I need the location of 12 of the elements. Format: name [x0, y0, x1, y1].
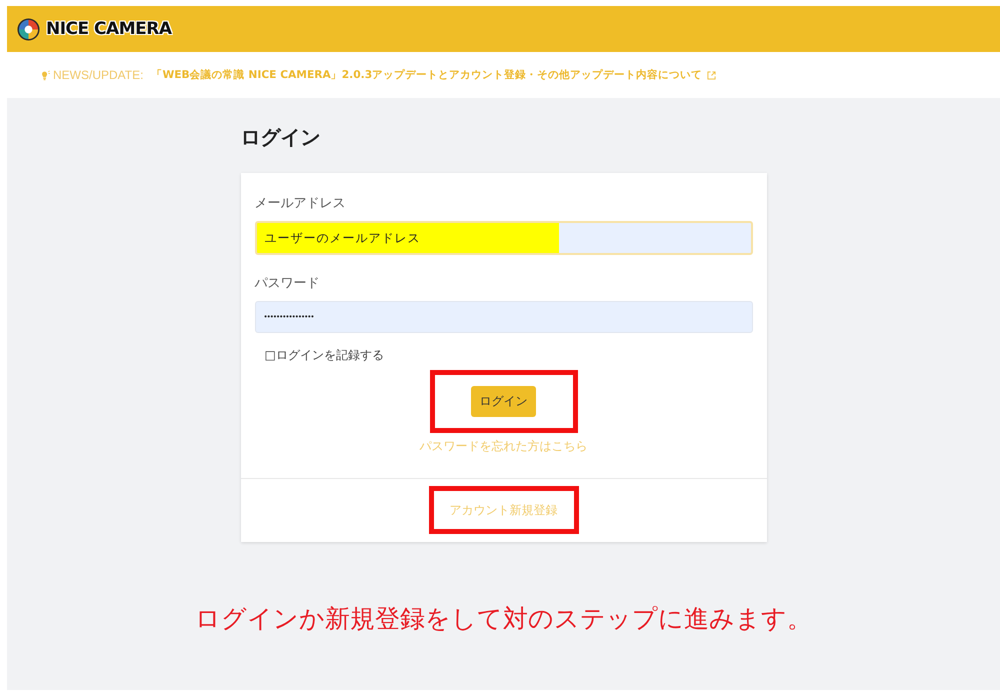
field-label: メールアドレス	[254, 195, 346, 213]
lightbulb-icon	[40, 70, 50, 80]
external-link-icon	[707, 70, 716, 80]
logo-text: NICE CAMERA	[46, 19, 172, 39]
login-button[interactable]: ログイン	[471, 386, 536, 417]
login-title: ログイン	[240, 124, 322, 151]
annotation-caption: ログインか新規登録をして対のステップに進みます。	[195, 603, 812, 635]
field-label: パスワード	[254, 275, 320, 293]
remember-login-label[interactable]: □ログインを記録する	[264, 347, 384, 363]
input-field[interactable]: ユーザーのメールアドレス	[254, 221, 752, 255]
news-label: NEWS/UPDATE:	[53, 68, 144, 82]
aperture-logo-icon	[17, 18, 40, 40]
